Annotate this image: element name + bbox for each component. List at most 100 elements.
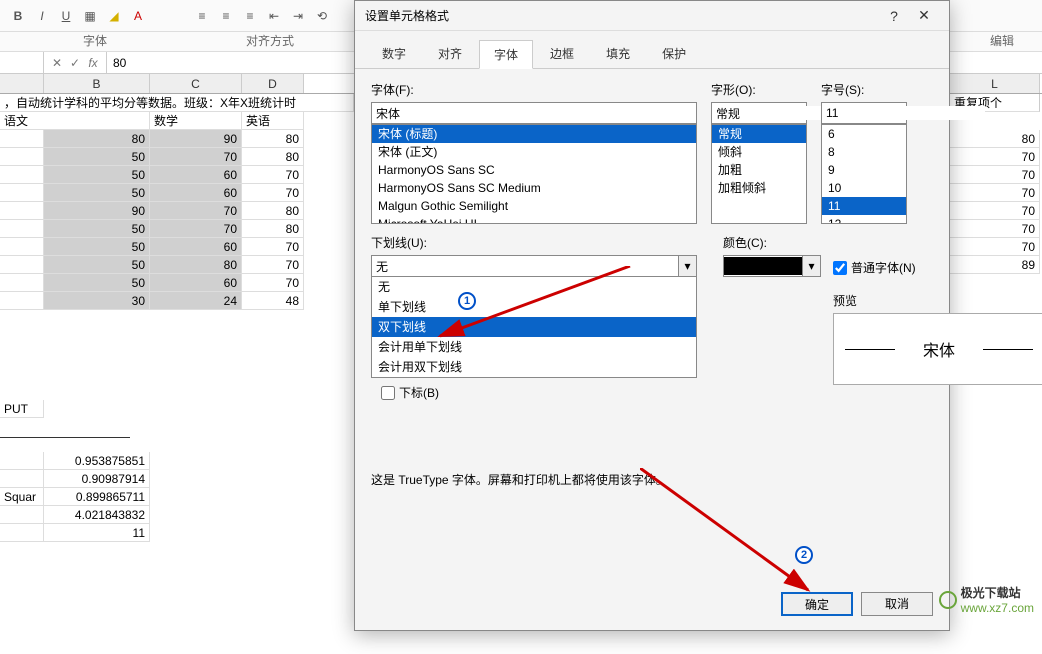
align-right-icon[interactable]: ≡: [239, 5, 261, 27]
indent-increase-icon[interactable]: ⇥: [287, 5, 309, 27]
cell[interactable]: 70: [150, 148, 242, 166]
cell[interactable]: 70: [950, 148, 1040, 166]
row-header[interactable]: [0, 202, 44, 220]
font-option[interactable]: Malgun Gothic Semilight: [372, 197, 696, 215]
chevron-down-icon[interactable]: ▾: [678, 256, 696, 276]
hdr-lang[interactable]: 语文: [0, 112, 150, 130]
cell[interactable]: 24: [150, 292, 242, 310]
font-option[interactable]: 宋体 (标题): [372, 125, 696, 143]
font-combo[interactable]: [371, 102, 697, 124]
cell[interactable]: 70: [150, 202, 242, 220]
align-center-icon[interactable]: ≡: [215, 5, 237, 27]
style-combo[interactable]: [711, 102, 807, 124]
select-all-corner[interactable]: [0, 74, 44, 93]
formula-cancel-icon[interactable]: ✕: [48, 56, 66, 70]
size-option[interactable]: 12: [822, 215, 906, 224]
stat-label[interactable]: [0, 524, 44, 542]
normal-font-checkbox[interactable]: [833, 261, 847, 275]
row-header[interactable]: [0, 238, 44, 256]
formula-input[interactable]: 80: [107, 56, 126, 70]
size-listbox[interactable]: 689101112: [821, 124, 907, 224]
cell[interactable]: 80: [242, 148, 304, 166]
fill-color-icon[interactable]: ◢: [103, 5, 125, 27]
cell[interactable]: 80: [242, 220, 304, 238]
subscript-checkbox[interactable]: [381, 386, 395, 400]
cell[interactable]: 60: [150, 184, 242, 202]
desc-text[interactable]: ，自动统计学科的平均分等数据。班级：X年X班统计时: [0, 94, 354, 112]
style-option[interactable]: 常规: [712, 125, 806, 143]
cell[interactable]: 50: [44, 238, 150, 256]
color-combo[interactable]: ▾: [723, 255, 821, 277]
font-option[interactable]: 宋体 (正文): [372, 143, 696, 161]
style-option[interactable]: 加粗倾斜: [712, 179, 806, 197]
cell[interactable]: 70: [950, 202, 1040, 220]
font-input[interactable]: [372, 106, 696, 120]
stat-val[interactable]: 11: [44, 524, 150, 542]
tab-fill[interactable]: 填充: [591, 39, 645, 68]
stat-label[interactable]: [0, 452, 44, 470]
size-option[interactable]: 9: [822, 161, 906, 179]
cell[interactable]: 70: [242, 166, 304, 184]
row-header[interactable]: [0, 130, 44, 148]
underline-icon[interactable]: U: [55, 5, 77, 27]
size-option[interactable]: 6: [822, 125, 906, 143]
orientation-icon[interactable]: ⟲: [311, 5, 333, 27]
cell[interactable]: 70: [150, 220, 242, 238]
stat-label[interactable]: [0, 470, 44, 488]
cell[interactable]: 50: [44, 148, 150, 166]
style-option[interactable]: 倾斜: [712, 143, 806, 161]
cell[interactable]: 80: [950, 130, 1040, 148]
cell[interactable]: 50: [44, 256, 150, 274]
hdr-math[interactable]: 数学: [150, 112, 242, 130]
border-icon[interactable]: ▦: [79, 5, 101, 27]
cell[interactable]: 80: [242, 202, 304, 220]
cell[interactable]: 50: [44, 220, 150, 238]
size-option[interactable]: 11: [822, 197, 906, 215]
row-header[interactable]: [0, 256, 44, 274]
fx-icon[interactable]: fx: [84, 56, 102, 70]
name-box[interactable]: [0, 52, 44, 73]
row-header[interactable]: [0, 166, 44, 184]
output-label[interactable]: PUT: [0, 400, 44, 418]
cancel-button[interactable]: 取消: [861, 592, 933, 616]
cell[interactable]: 60: [150, 274, 242, 292]
cell[interactable]: 50: [44, 274, 150, 292]
tab-border[interactable]: 边框: [535, 39, 589, 68]
style-listbox[interactable]: 常规倾斜加粗加粗倾斜: [711, 124, 807, 224]
italic-icon[interactable]: I: [31, 5, 53, 27]
cell[interactable]: 70: [242, 256, 304, 274]
tab-font[interactable]: 字体: [479, 40, 533, 69]
font-option[interactable]: HarmonyOS Sans SC Medium: [372, 179, 696, 197]
stat-val[interactable]: 0.953875851: [44, 452, 150, 470]
row-header[interactable]: [0, 148, 44, 166]
font-option[interactable]: Microsoft YaHei UI: [372, 215, 696, 224]
style-option[interactable]: 加粗: [712, 161, 806, 179]
stat-val[interactable]: 4.021843832: [44, 506, 150, 524]
tab-align[interactable]: 对齐: [423, 39, 477, 68]
size-option[interactable]: 10: [822, 179, 906, 197]
stat-label[interactable]: Squar: [0, 488, 44, 506]
cell[interactable]: 60: [150, 166, 242, 184]
close-button[interactable]: ✕: [909, 7, 939, 24]
col-header-d[interactable]: D: [242, 74, 304, 93]
cell[interactable]: 60: [150, 238, 242, 256]
cell[interactable]: 30: [44, 292, 150, 310]
cell[interactable]: 70: [950, 166, 1040, 184]
font-option[interactable]: HarmonyOS Sans SC: [372, 161, 696, 179]
stat-val[interactable]: 0.899865711: [44, 488, 150, 506]
cell[interactable]: 80: [44, 130, 150, 148]
cell[interactable]: 90: [44, 202, 150, 220]
row-header[interactable]: [0, 184, 44, 202]
size-option[interactable]: 8: [822, 143, 906, 161]
col-header-l[interactable]: L: [950, 74, 1040, 93]
cell[interactable]: 80: [150, 256, 242, 274]
indent-decrease-icon[interactable]: ⇤: [263, 5, 285, 27]
size-input[interactable]: [822, 106, 985, 120]
size-combo[interactable]: [821, 102, 907, 124]
col-header-b[interactable]: B: [44, 74, 150, 93]
cell[interactable]: 50: [44, 184, 150, 202]
chevron-down-icon[interactable]: ▾: [802, 256, 820, 276]
formula-accept-icon[interactable]: ✓: [66, 56, 84, 70]
stat-label[interactable]: [0, 506, 44, 524]
cell[interactable]: 70: [242, 238, 304, 256]
